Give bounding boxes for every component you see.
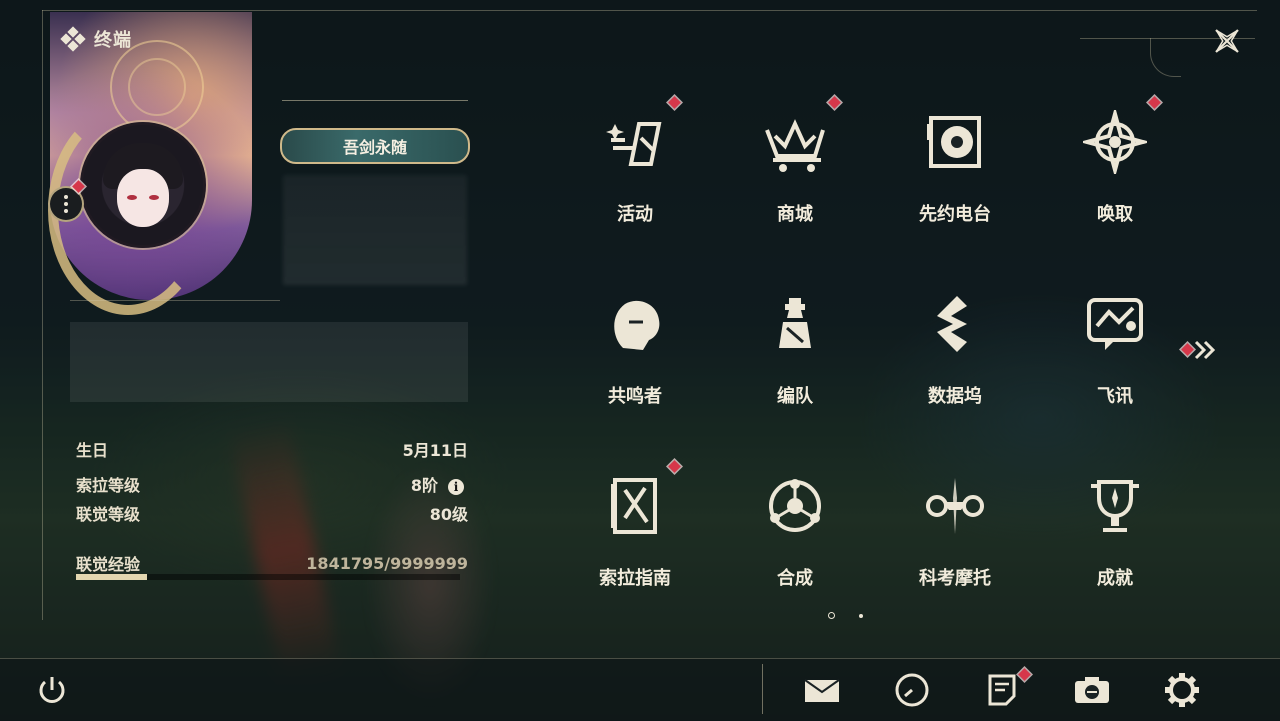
camera-button[interactable]: [1072, 670, 1112, 710]
stat-label: 联觉等级: [76, 505, 141, 524]
title-badge-text: 吾剑永随: [342, 138, 407, 157]
page-dot[interactable]: [859, 613, 863, 618]
menu-item-label: 合成: [777, 568, 813, 589]
menu-item-label: 编队: [777, 386, 813, 407]
stat-label: 生日: [76, 441, 109, 460]
settings-gear-icon: [1165, 673, 1199, 707]
menu-item-trophy[interactable]: 成就: [1035, 454, 1195, 614]
menu-item-label: 飞讯: [1097, 386, 1133, 407]
power-icon: [39, 677, 65, 703]
menu-item-label: 成就: [1097, 568, 1133, 589]
team-chess-icon: [763, 292, 827, 356]
page-title: 终端: [94, 30, 132, 51]
menu-item-message-chat[interactable]: 飞讯: [1035, 272, 1195, 432]
name-underline: [282, 100, 468, 101]
stat-value-wrap: 8阶 i: [411, 472, 464, 496]
resonator-head-icon: [603, 292, 667, 356]
convene-star-icon: [1079, 106, 1151, 178]
notification-badge: [668, 460, 681, 473]
close-icon: [1215, 29, 1239, 53]
mail-button[interactable]: [802, 670, 842, 710]
stat-union-exp: 联觉经验 1841795/9999999: [76, 551, 468, 575]
notes-icon: [988, 674, 1016, 706]
radio-record-icon: [923, 110, 987, 174]
stat-value: 8阶: [410, 476, 438, 495]
stat-birthday: 生日 5月11日: [76, 437, 468, 461]
terminal-diamond-icon: [60, 26, 86, 52]
menu-item-label: 索拉指南: [599, 568, 671, 589]
blurred-id-area: [283, 175, 467, 285]
trophy-icon: [1083, 474, 1147, 538]
notification-badge: [668, 96, 681, 109]
menu-item-motorbike[interactable]: 科考摩托: [875, 454, 1035, 614]
menu-item-resonator-head[interactable]: 共鸣者: [555, 272, 715, 432]
player-avatar[interactable]: [80, 122, 206, 248]
power-button[interactable]: [32, 670, 72, 710]
message-chat-icon: [1083, 292, 1147, 356]
menu-item-label: 共鸣者: [608, 386, 662, 407]
notification-badge: [828, 96, 841, 109]
menu-item-label: 数据坞: [928, 386, 982, 407]
page-indicator: [828, 612, 863, 619]
avatar-eye-left: [127, 195, 137, 200]
motorbike-icon: [923, 474, 987, 538]
stat-label: 索拉等级: [76, 476, 141, 495]
menu-item-shop-crown[interactable]: 商城: [715, 90, 875, 250]
menu-item-convene-star[interactable]: 唤取: [1035, 90, 1195, 250]
bottom-divider: [762, 664, 763, 714]
settings-button[interactable]: [1162, 670, 1202, 710]
menu-item-label: 科考摩托: [919, 568, 991, 589]
menu-item-radio-record[interactable]: 先约电台: [875, 90, 1035, 250]
notification-badge: [1148, 96, 1161, 109]
close-button[interactable]: [1206, 20, 1248, 62]
terminal-header: 终端: [60, 26, 132, 52]
title-badge[interactable]: 吾剑永随: [280, 128, 470, 164]
activity-icon: [603, 110, 667, 174]
guidebook-icon: [603, 474, 667, 538]
menu-item-data-bank[interactable]: 数据坞: [875, 272, 1035, 432]
stat-value: 1841795/9999999: [306, 553, 468, 573]
camera-icon: [1075, 677, 1109, 703]
synthesis-icon: [763, 474, 827, 538]
stat-sol-rank: 索拉等级 8阶 i: [76, 472, 468, 496]
clock-icon: [895, 673, 929, 707]
next-page-button[interactable]: [1182, 338, 1222, 362]
menu-item-label: 先约电台: [919, 204, 991, 225]
menu-item-label: 唤取: [1097, 204, 1133, 225]
stat-label: 联觉经验: [76, 555, 141, 574]
profile-separator: [70, 300, 280, 301]
page-dot-active[interactable]: [828, 612, 835, 619]
menu-item-activity[interactable]: 活动: [555, 90, 715, 250]
blurred-signature-area: [70, 322, 468, 402]
menu-item-synthesis[interactable]: 合成: [715, 454, 875, 614]
avatar-eye-right: [149, 195, 159, 200]
exp-progress-fill: [76, 574, 147, 580]
menu-item-label: 商城: [777, 204, 813, 225]
frame-left-line: [42, 10, 43, 620]
menu-item-label: 活动: [617, 204, 653, 225]
time-button[interactable]: [892, 670, 932, 710]
double-chevron-right-icon: [1194, 340, 1216, 360]
menu-item-guidebook[interactable]: 索拉指南: [555, 454, 715, 614]
data-bank-icon: [923, 292, 987, 356]
mail-icon: [804, 679, 840, 702]
frame-top-line: [42, 10, 1257, 11]
stat-value: 80级: [429, 505, 468, 524]
stat-union-level: 联觉等级 80级: [76, 501, 468, 525]
stat-value: 5月11日: [402, 441, 468, 460]
menu-item-team-chess[interactable]: 编队: [715, 272, 875, 432]
notes-button[interactable]: [982, 670, 1022, 710]
exp-progress-bar: [76, 574, 460, 580]
shop-crown-icon: [763, 110, 827, 174]
avatar-face: [117, 169, 169, 227]
info-icon[interactable]: i: [448, 479, 464, 495]
